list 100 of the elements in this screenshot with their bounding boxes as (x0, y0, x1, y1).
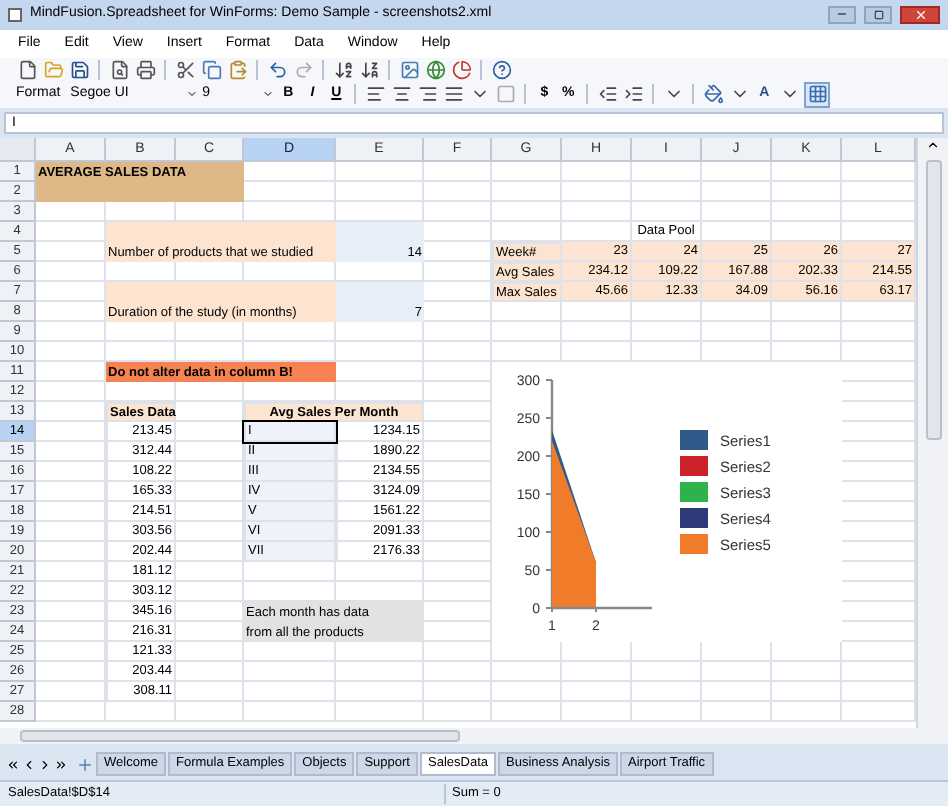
table-cell[interactable] (492, 182, 562, 203)
table-cell[interactable] (772, 202, 842, 223)
sort-descending-icon[interactable] (358, 58, 380, 81)
table-cell[interactable] (176, 562, 244, 583)
table-cell[interactable] (632, 682, 702, 703)
table-cell[interactable] (36, 202, 106, 223)
table-cell[interactable] (772, 702, 842, 723)
table-cell[interactable] (562, 322, 632, 343)
table-cell[interactable] (772, 302, 842, 323)
undo-icon[interactable] (266, 58, 288, 81)
copy-icon[interactable] (200, 58, 222, 81)
scroll-up-icon[interactable] (926, 138, 940, 153)
globe-icon[interactable] (424, 58, 446, 81)
increase-indent-icon[interactable] (622, 83, 645, 106)
table-cell[interactable] (176, 662, 244, 683)
new-file-icon[interactable] (16, 58, 38, 81)
table-cell[interactable] (176, 642, 244, 663)
table-cell[interactable] (36, 262, 106, 283)
table-cell[interactable] (772, 162, 842, 183)
table-cell[interactable] (632, 182, 702, 203)
table-cell[interactable] (492, 682, 562, 703)
table-cell[interactable] (492, 202, 562, 223)
table-cell[interactable] (176, 582, 244, 603)
table-cell[interactable] (36, 342, 106, 363)
table-cell[interactable] (336, 662, 424, 683)
table-cell[interactable] (562, 662, 632, 683)
table-cell[interactable] (702, 662, 772, 683)
align-justify-icon[interactable] (442, 83, 465, 106)
printer-icon[interactable] (134, 58, 156, 81)
align-left-icon[interactable] (364, 83, 387, 106)
table-cell[interactable] (702, 322, 772, 343)
decrease-indent-icon[interactable] (596, 83, 619, 106)
table-cell[interactable] (36, 702, 106, 723)
table-cell[interactable] (244, 662, 336, 683)
table-cell[interactable] (562, 162, 632, 183)
table-cell[interactable] (702, 702, 772, 723)
align-center-icon[interactable] (390, 83, 413, 106)
image-icon[interactable] (398, 58, 420, 81)
table-cell[interactable] (632, 322, 702, 343)
last-sheet-icon[interactable] (54, 757, 68, 772)
table-cell[interactable] (244, 682, 336, 703)
table-cell[interactable] (244, 322, 336, 343)
cut-icon[interactable] (174, 58, 196, 81)
table-cell[interactable] (702, 162, 772, 183)
table-cell[interactable] (702, 682, 772, 703)
scroll-thumb[interactable] (925, 160, 941, 441)
table-cell[interactable] (702, 182, 772, 203)
table-cell[interactable] (244, 182, 336, 203)
table-cell[interactable] (492, 702, 562, 723)
table-cell[interactable] (562, 682, 632, 703)
table-cell[interactable] (424, 162, 492, 183)
table-cell[interactable] (176, 322, 244, 343)
table-cell[interactable] (176, 382, 244, 403)
table-cell[interactable] (424, 322, 492, 343)
table-cell[interactable] (36, 382, 106, 403)
table-cell[interactable] (176, 682, 244, 703)
help-icon[interactable] (490, 58, 512, 81)
table-cell[interactable] (424, 702, 492, 723)
scroll-thumb[interactable] (20, 730, 460, 743)
maximize-button[interactable] (864, 5, 892, 24)
table-cell[interactable] (106, 702, 176, 723)
table-cell[interactable] (336, 562, 424, 583)
table-cell[interactable] (772, 662, 842, 683)
table-cell[interactable] (632, 302, 702, 323)
print-preview-icon[interactable] (108, 58, 130, 81)
table-cell[interactable] (176, 702, 244, 723)
table-cell[interactable] (244, 642, 336, 663)
table-cell[interactable] (632, 702, 702, 723)
table-cell[interactable] (632, 662, 702, 683)
table-cell[interactable] (106, 322, 176, 343)
table-cell[interactable] (492, 162, 562, 183)
table-cell[interactable] (244, 702, 336, 723)
paint-bucket-icon[interactable] (702, 83, 725, 106)
table-cell[interactable] (424, 662, 492, 683)
align-right-icon[interactable] (416, 83, 439, 106)
grid-icon[interactable] (806, 83, 829, 106)
table-cell[interactable] (492, 662, 562, 683)
table-cell[interactable] (492, 302, 562, 323)
table-cell[interactable] (632, 202, 702, 223)
table-cell[interactable] (424, 202, 492, 223)
table-cell[interactable] (336, 162, 424, 183)
table-cell[interactable] (772, 682, 842, 703)
first-sheet-icon[interactable] (6, 757, 20, 772)
close-button[interactable] (900, 5, 940, 24)
table-cell[interactable] (772, 182, 842, 203)
table-cell[interactable] (336, 182, 424, 203)
sort-ascending-icon[interactable] (332, 58, 354, 81)
table-cell[interactable] (424, 642, 492, 663)
table-cell[interactable] (336, 682, 424, 703)
table-cell[interactable] (336, 642, 424, 663)
table-cell[interactable] (424, 682, 492, 703)
table-cell[interactable] (336, 282, 424, 303)
table-cell[interactable] (336, 222, 424, 243)
previous-sheet-icon[interactable] (22, 757, 36, 772)
table-cell[interactable] (492, 322, 562, 343)
table-cell[interactable] (336, 342, 424, 363)
table-cell[interactable] (36, 322, 106, 343)
table-cell[interactable] (562, 302, 632, 323)
table-cell[interactable] (424, 302, 492, 323)
table-cell[interactable] (702, 202, 772, 223)
